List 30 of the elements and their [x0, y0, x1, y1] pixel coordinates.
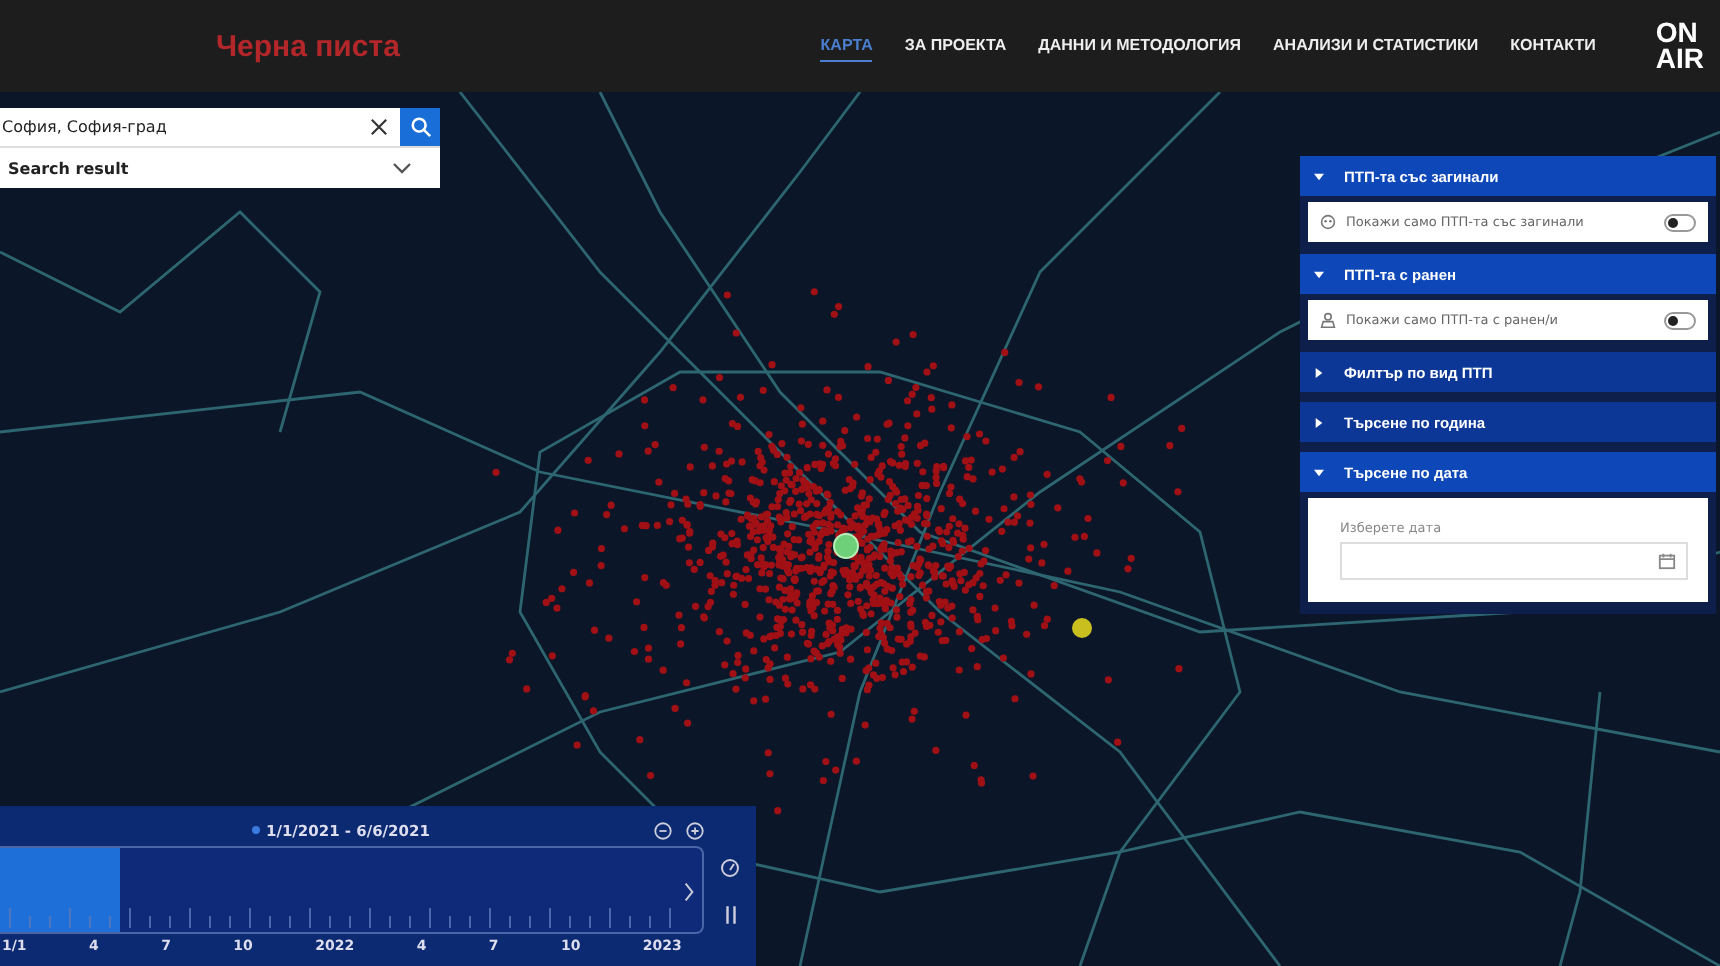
search-field[interactable]: София, София-град — [0, 108, 400, 146]
search-result-dropdown[interactable]: Search result — [0, 146, 440, 188]
pause-icon[interactable] — [723, 906, 737, 924]
person-icon — [1320, 312, 1336, 328]
brand-logo: ON AIR — [1655, 20, 1704, 72]
toggle-switch[interactable] — [1664, 311, 1696, 329]
triangle-down-icon — [1314, 171, 1324, 181]
nav-link[interactable]: ДАННИ И МЕТОДОЛОГИЯ — [1038, 30, 1242, 62]
triangle-down-icon — [1314, 467, 1324, 477]
chevron-down-icon — [392, 162, 412, 174]
toggle-switch[interactable] — [1664, 213, 1696, 231]
close-icon[interactable] — [370, 118, 388, 136]
nav-link[interactable]: КОНТАКТИ — [1510, 30, 1596, 62]
gauge-icon[interactable] — [720, 858, 740, 878]
triangle-down-icon — [1314, 269, 1324, 279]
triangle-right-icon — [1314, 367, 1324, 377]
search-icon — [409, 116, 431, 138]
nav-link[interactable]: АНАЛИЗИ И СТАТИСТИКИ — [1273, 30, 1479, 62]
timeline-track[interactable] — [0, 846, 704, 934]
chevron-right-icon[interactable] — [684, 882, 694, 902]
face-icon — [1320, 214, 1336, 230]
zoom-out-icon[interactable] — [654, 821, 672, 839]
nav-link[interactable]: КАРТА — [820, 30, 873, 62]
zoom-in-icon[interactable] — [686, 821, 704, 839]
location-marker[interactable] — [1072, 618, 1092, 638]
nav-link[interactable]: ЗА ПРОЕКТА — [904, 30, 1007, 62]
search-button[interactable] — [400, 108, 440, 146]
calendar-icon — [1658, 552, 1676, 570]
triangle-right-icon — [1314, 417, 1324, 427]
date-field[interactable] — [1340, 542, 1688, 580]
